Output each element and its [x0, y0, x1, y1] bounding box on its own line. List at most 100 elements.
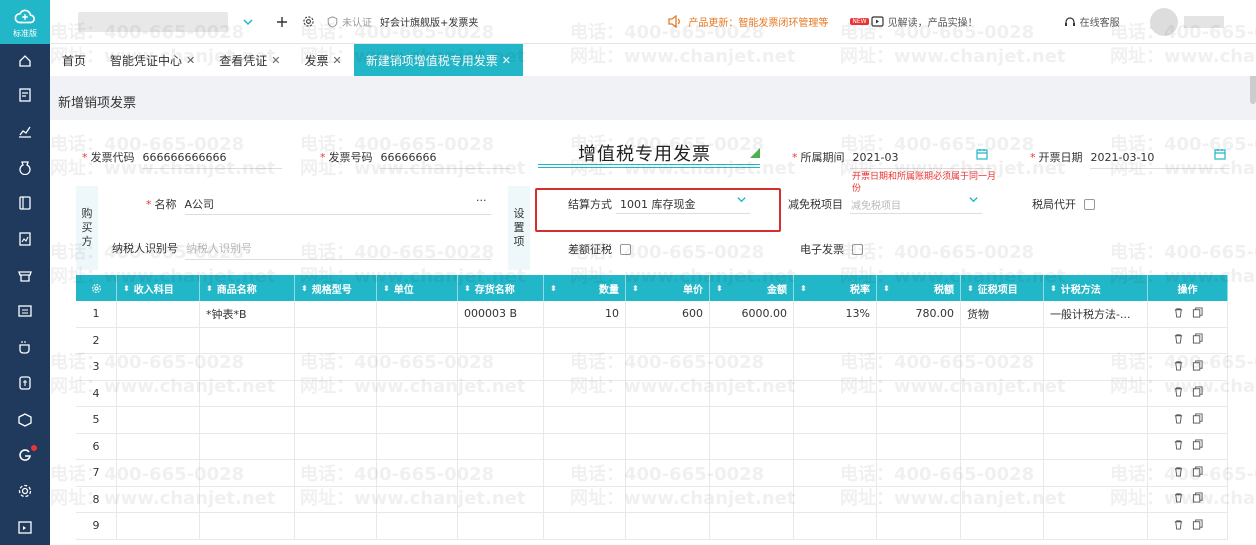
cell-qty[interactable]: [544, 513, 626, 539]
cell-inventory[interactable]: 000003 B: [458, 301, 544, 327]
sidebar-item-9[interactable]: [0, 329, 50, 365]
cell-qty[interactable]: 10: [544, 301, 626, 327]
cell-tax[interactable]: [877, 460, 961, 486]
table-row[interactable]: 1 *钟表*B 000003 B 10 600 6000.00 13% 780.00 货物 一般计…: [76, 301, 1228, 328]
column-header[interactable]: 操作: [1148, 275, 1228, 301]
cell-product[interactable]: [200, 460, 295, 486]
cell-tax[interactable]: [877, 327, 961, 353]
cell-amount[interactable]: [710, 486, 794, 512]
cell-price[interactable]: [626, 513, 710, 539]
copy-icon[interactable]: [1192, 360, 1203, 374]
cell-income[interactable]: [117, 327, 200, 353]
delete-icon[interactable]: [1173, 333, 1184, 347]
sort-icon[interactable]: ⬍: [383, 284, 390, 293]
calendar-icon[interactable]: [976, 148, 988, 163]
cell-item[interactable]: [961, 460, 1044, 486]
gear-icon[interactable]: [302, 15, 315, 28]
cell-product[interactable]: [200, 433, 295, 459]
cell-tax[interactable]: [877, 433, 961, 459]
cell-spec[interactable]: [295, 301, 377, 327]
cell-income[interactable]: [117, 354, 200, 380]
cell-unit[interactable]: [377, 380, 458, 406]
column-header[interactable]: ⬍ 收入科目: [117, 275, 200, 301]
exempt-select[interactable]: 减免税项目: [851, 197, 901, 212]
column-header[interactable]: ⬍ 存货名称: [458, 275, 544, 301]
table-row[interactable]: 3: [76, 354, 1228, 381]
avatar[interactable]: [1149, 7, 1178, 36]
cell-qty[interactable]: [544, 354, 626, 380]
cell-method[interactable]: [1044, 407, 1148, 433]
company-selector[interactable]: [78, 11, 228, 32]
cell-method[interactable]: [1044, 486, 1148, 512]
cell-qty[interactable]: [544, 486, 626, 512]
copy-icon[interactable]: [1192, 492, 1203, 506]
cell-amount[interactable]: [710, 407, 794, 433]
cell-spec[interactable]: [295, 380, 377, 406]
copy-icon[interactable]: [1192, 333, 1203, 347]
cell-inventory[interactable]: [458, 486, 544, 512]
cert-status[interactable]: 未认证: [342, 14, 372, 29]
cell-item[interactable]: [961, 407, 1044, 433]
cell-item[interactable]: [961, 380, 1044, 406]
cell-tax[interactable]: [877, 354, 961, 380]
cell-unit[interactable]: [377, 327, 458, 353]
sort-icon[interactable]: ⬍: [967, 284, 974, 293]
sidebar-item-6[interactable]: [0, 221, 50, 257]
sidebar-item-4[interactable]: [0, 149, 50, 185]
cell-price[interactable]: [626, 380, 710, 406]
cell-inventory[interactable]: [458, 380, 544, 406]
issue-date-input[interactable]: 2021-03-10: [1091, 151, 1155, 164]
table-row[interactable]: 2: [76, 327, 1228, 354]
column-header[interactable]: ⬍ 金额: [710, 275, 794, 301]
sidebar-item-7[interactable]: [0, 257, 50, 293]
cell-item[interactable]: [961, 354, 1044, 380]
cell-amount[interactable]: [710, 513, 794, 539]
cell-item[interactable]: 货物: [961, 301, 1044, 327]
cell-income[interactable]: [117, 407, 200, 433]
chevron-down-icon[interactable]: [968, 194, 979, 208]
delete-icon[interactable]: [1173, 439, 1184, 453]
table-row[interactable]: 9: [76, 513, 1228, 540]
close-icon[interactable]: ✕: [502, 54, 511, 67]
cell-tax[interactable]: [877, 486, 961, 512]
tab-3[interactable]: 查看凭证 ✕: [207, 44, 292, 76]
cell-rate[interactable]: [794, 486, 877, 512]
cell-inventory[interactable]: [458, 513, 544, 539]
cell-spec[interactable]: [295, 460, 377, 486]
cell-item[interactable]: [961, 486, 1044, 512]
sidebar-item-14[interactable]: [0, 509, 50, 545]
invoice-number-input[interactable]: 66666666: [381, 151, 437, 164]
sidebar-item-12[interactable]: [0, 437, 50, 473]
column-header[interactable]: ⬍ 征税项目: [961, 275, 1044, 301]
cell-inventory[interactable]: [458, 407, 544, 433]
cell-rate[interactable]: [794, 460, 877, 486]
cell-method[interactable]: 一般计税方法-...: [1044, 301, 1148, 327]
cell-product[interactable]: [200, 407, 295, 433]
tab-2[interactable]: 智能凭证中心 ✕: [98, 44, 207, 76]
buyer-name-input[interactable]: A公司: [185, 196, 215, 212]
cell-unit[interactable]: [377, 460, 458, 486]
cell-price[interactable]: [626, 354, 710, 380]
table-row[interactable]: 4: [76, 380, 1228, 407]
cell-inventory[interactable]: [458, 327, 544, 353]
cell-qty[interactable]: [544, 407, 626, 433]
copy-icon[interactable]: [1192, 439, 1203, 453]
cell-qty[interactable]: [544, 433, 626, 459]
table-row[interactable]: 7: [76, 460, 1228, 487]
cell-income[interactable]: [117, 301, 200, 327]
add-icon[interactable]: [276, 16, 288, 28]
cell-tax[interactable]: [877, 513, 961, 539]
cell-qty[interactable]: [544, 460, 626, 486]
column-header[interactable]: ⬍ 计税方法: [1044, 275, 1148, 301]
delete-icon[interactable]: [1173, 360, 1184, 374]
more-icon[interactable]: ···: [476, 194, 487, 207]
cell-method[interactable]: [1044, 380, 1148, 406]
cell-amount[interactable]: [710, 327, 794, 353]
sort-icon[interactable]: ⬍: [883, 284, 890, 293]
cell-spec[interactable]: [295, 486, 377, 512]
cell-rate[interactable]: [794, 433, 877, 459]
cell-amount[interactable]: [710, 460, 794, 486]
column-header[interactable]: ⬍ 单价: [626, 275, 710, 301]
cell-inventory[interactable]: [458, 433, 544, 459]
cell-unit[interactable]: [377, 433, 458, 459]
